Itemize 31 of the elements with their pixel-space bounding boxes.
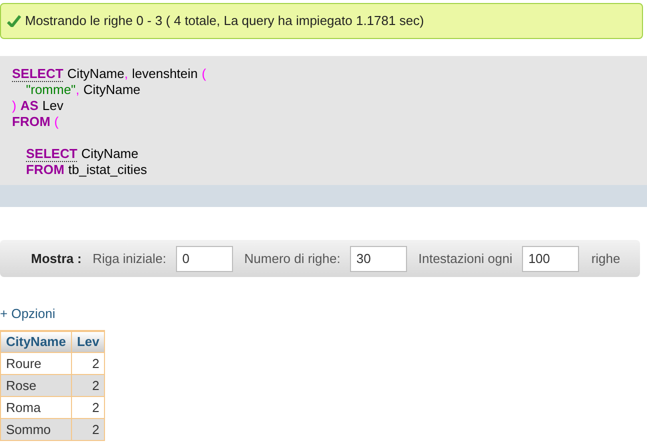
column-header[interactable]: CityName: [0, 330, 72, 352]
sql-ident: CityName: [81, 146, 138, 162]
sql-punct: (: [54, 114, 59, 130]
field-label: Riga iniziale:: [92, 250, 166, 268]
checkmark-icon: [7, 15, 21, 27]
sql-punct: ): [12, 98, 16, 114]
sql-keyword: AS: [20, 98, 38, 114]
sql-keyword: FROM: [12, 114, 50, 130]
navigation-title: Mostra :: [31, 250, 82, 268]
sql-keyword: SELECT: [12, 66, 64, 82]
table-cell: Sommo: [0, 418, 72, 440]
sql-string: "romme",: [26, 82, 80, 98]
column-header[interactable]: Lev: [71, 330, 105, 352]
sql-ident: CityName,: [67, 66, 128, 82]
sql-ident: levenshtein: [132, 66, 198, 82]
sql-ident: tb_istat_cities: [68, 162, 148, 178]
options-link[interactable]: + Opzioni: [0, 306, 56, 321]
sql-ident: Lev: [42, 98, 64, 114]
sql-keyword: FROM: [26, 162, 64, 178]
sql-punct: (: [202, 66, 206, 82]
sql-keyword: SELECT: [26, 146, 78, 162]
number-field[interactable]: 0: [176, 246, 234, 272]
sql-ident: CityName: [83, 82, 140, 98]
field-suffix: righe: [591, 250, 620, 268]
table-cell: 2: [71, 418, 105, 440]
table-cell: Roure: [0, 352, 72, 374]
number-field[interactable]: 30: [350, 246, 408, 272]
field-label: Intestazioni ogni: [418, 250, 512, 268]
field-label: Numero di righe:: [244, 250, 340, 268]
success-message: Mostrando le righe 0 - 3 ( 4 totale, La query ha impiegato 1.1781 sec): [0, 3, 643, 39]
number-field[interactable]: 100: [522, 246, 580, 272]
